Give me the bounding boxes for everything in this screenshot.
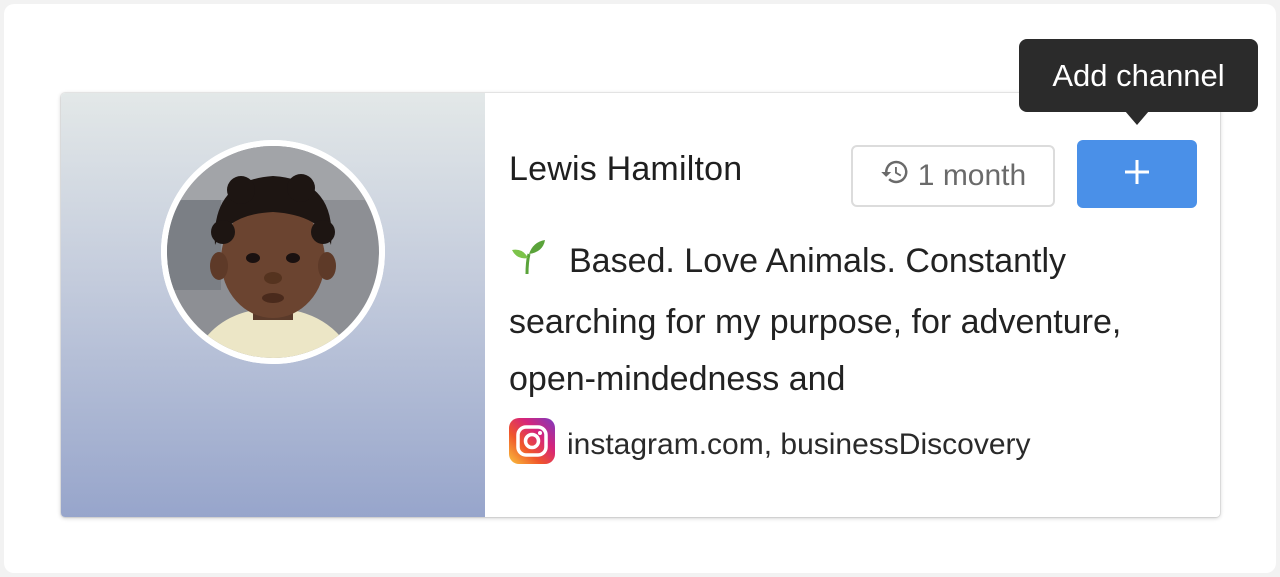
time-chip-label: 1 month [917, 159, 1027, 192]
cover-panel [61, 93, 485, 517]
avatar-photo [161, 140, 385, 364]
profile-source: instagram.com, businessDiscovery [509, 418, 1031, 472]
avatar [161, 140, 385, 364]
time-filter-chip[interactable]: 1 month [851, 145, 1055, 207]
profile-card: Lewis Hamilton 1 month Based. Love Anima… [61, 93, 1220, 517]
source-text: instagram.com, businessDiscovery [567, 428, 1031, 461]
add-channel-tooltip: Add channel [1019, 39, 1258, 112]
profile-name: Lewis Hamilton [509, 150, 743, 188]
profile-bio: Based. Love Animals. Constantly searchin… [509, 233, 1199, 408]
instagram-icon [509, 418, 555, 472]
seedling-icon [509, 237, 547, 294]
plus-icon [1122, 157, 1152, 192]
bio-text: Based. Love Animals. Constantly searchin… [509, 242, 1122, 398]
page-frame: Lewis Hamilton 1 month Based. Love Anima… [4, 4, 1276, 573]
history-icon [880, 157, 910, 195]
add-channel-button[interactable] [1077, 140, 1197, 208]
profile-details: Lewis Hamilton 1 month Based. Love Anima… [485, 93, 1220, 517]
tooltip-arrow [1125, 111, 1149, 125]
